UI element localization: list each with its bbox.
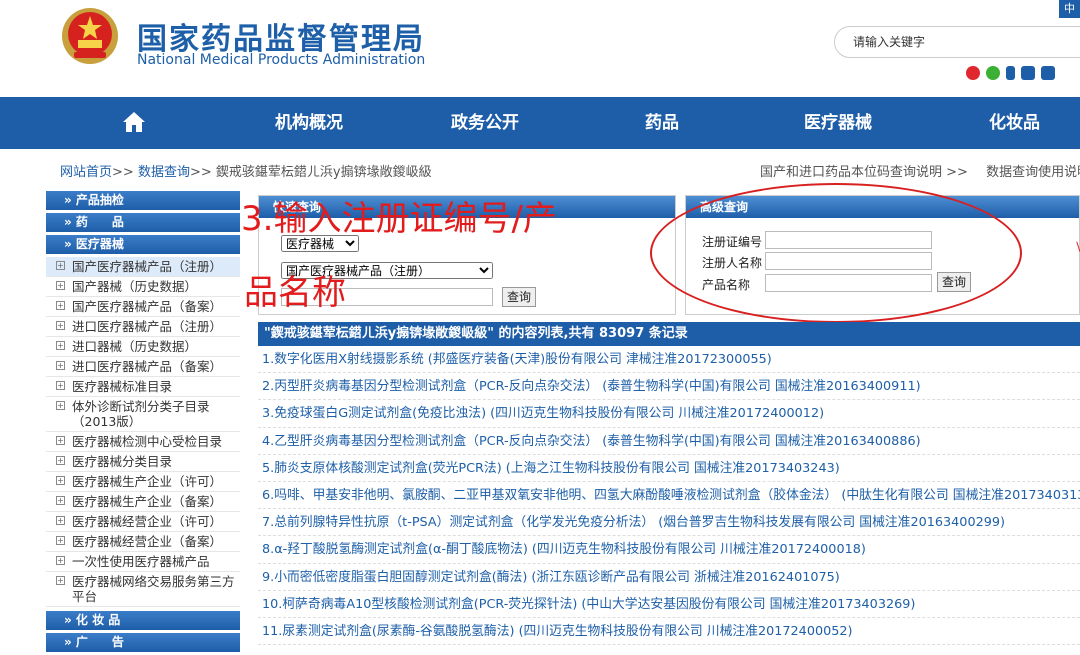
quick-search-button[interactable]: 查询 (502, 287, 536, 307)
sidebar-head-drugs[interactable]: » 药 品 (46, 213, 240, 232)
home-icon[interactable] (123, 112, 145, 132)
sidebar-item[interactable]: + 国产医疗器械产品（注册） (46, 257, 240, 277)
list-item[interactable]: 4.乙型肝炎病毒基因分型检测试剂盒（PCR-反向点杂交法） (泰普生物科学(中国… (258, 428, 1080, 455)
list-item[interactable]: 6.吗啡、甲基安非他明、氯胺酮、二亚甲基双氧安非他明、四氢大麻酚酸唾液检测试剂盒… (258, 482, 1080, 510)
result-list-heading: "鍥戒骇鍖荤枟鍣ㄦ浜у搧锛堟敞鍐岋級" 的内容列表,共有 83097 条记录 (258, 322, 1080, 346)
data-query-help-link[interactable]: 数据查询使用说明 > (986, 165, 1080, 180)
expand-icon: + (56, 556, 65, 565)
expand-icon: + (56, 401, 65, 410)
language-button[interactable]: 中 (1059, 0, 1080, 18)
list-item[interactable]: 5.肺炎支原体核酸测定试剂盒(荧光PCR法) (上海之江生物科技股份有限公司 国… (258, 455, 1080, 482)
wechat-icon[interactable] (986, 66, 1000, 80)
sidebar-item[interactable]: + 医疗器械网络交易服务第三方平台 (46, 572, 240, 607)
social-links (966, 66, 1055, 80)
expand-icon: + (56, 321, 65, 330)
message-icon[interactable] (1041, 66, 1055, 80)
list-item[interactable]: 8.α-羟丁酸脱氢酶测定试剂盒(α-酮丁酸底物法) (四川迈克生物科技股份有限公… (258, 536, 1080, 564)
breadcrumb-current: 鍥戒骇鍖荤枟鍣ㄦ浜у搧锛堟敞鍐岋級 (215, 165, 432, 180)
annotation-line-1: 3.输入注册证编号/产 (241, 199, 557, 239)
sidebar: » 产品抽检 » 药 品 » 医疗器械 + 国产医疗器械产品（注册） + 国产器械（… (46, 191, 240, 655)
nav-item-cosmetics[interactable]: 化妆品 (989, 97, 1040, 149)
expand-icon: + (56, 381, 65, 390)
sidebar-item[interactable]: + 进口器械（历史数据） (46, 337, 240, 357)
sidebar-item[interactable]: + 一次性使用医疗器械产品 (46, 552, 240, 572)
expand-icon: + (56, 436, 65, 445)
expand-icon: + (56, 456, 65, 465)
sidebar-item[interactable]: + 国产器械（历史数据） (46, 277, 240, 297)
expand-icon: + (56, 281, 65, 290)
nav-item-devices[interactable]: 医疗器械 (804, 97, 872, 149)
list-item[interactable]: 9.小而密低密度脂蛋白胆固醇测定试剂盒(酶法) (浙江东瓯诊断产品有限公司 浙械… (258, 564, 1080, 591)
sidebar-item[interactable]: + 医疗器械标准目录 (46, 377, 240, 397)
list-item[interactable]: 11.尿素测定试剂盒(尿素酶-谷氨酸脱氢酶法) (四川迈克生物科技股份有限公司 … (258, 618, 1080, 646)
list-item[interactable]: 7.总前列腺特异性抗原（t-PSA）测定试剂盒（化学发光免疫分析法） (烟台普罗… (258, 509, 1080, 537)
national-emblem-icon (62, 8, 118, 64)
sidebar-item[interactable]: + 医疗器械分类目录 (46, 452, 240, 472)
expand-icon: + (56, 301, 65, 310)
result-list: 1.数字化医用X射线摄影系统 (邦盛医疗装备(天津)股份有限公司 津械注准201… (258, 346, 1080, 646)
annotation-line-2: 品名称 (244, 273, 346, 313)
site-title-en: National Medical Products Administration (137, 52, 426, 68)
sidebar-head-devices[interactable]: » 医疗器械 (46, 235, 240, 254)
breadcrumb-home[interactable]: 网站首页 (60, 165, 112, 180)
sidebar-item[interactable]: + 进口医疗器械产品（备案） (46, 357, 240, 377)
expand-icon: + (56, 496, 65, 505)
main-nav: 机构概况 政务公开 药品 医疗器械 化妆品 (0, 97, 1080, 149)
expand-icon: + (56, 341, 65, 350)
site-header: 国家药品监督管理局 National Medical Products Admi… (0, 0, 1080, 97)
expand-icon: + (56, 261, 65, 270)
expand-icon: + (56, 536, 65, 545)
sidebar-item[interactable]: + 国产医疗器械产品（备案） (46, 297, 240, 317)
list-item[interactable]: 2.丙型肝炎病毒基因分型检测试剂盒（PCR-反向点杂交法） (泰普生物科学(中国… (258, 373, 1080, 401)
sidebar-item[interactable]: + 进口医疗器械产品（注册） (46, 317, 240, 337)
drug-code-help-link[interactable]: 国产和进口药品本位码查询说明 >> (760, 165, 968, 180)
sidebar-item[interactable]: + 医疗器械经营企业（许可） (46, 512, 240, 532)
sidebar-item[interactable]: + 医疗器械经营企业（备案） (46, 532, 240, 552)
weibo-icon[interactable] (966, 66, 980, 80)
annotation-arrow-icon: ∖ (1074, 240, 1080, 254)
sidebar-head-cosmetics[interactable]: » 化 妆 品 (46, 611, 240, 630)
sidebar-head-ads[interactable]: » 广 告 (46, 633, 240, 652)
breadcrumb-help-links: 国产和进口药品本位码查询说明 >> 数据查询使用说明 > (760, 161, 1080, 180)
mobile-icon[interactable] (1006, 66, 1015, 80)
mail-icon[interactable] (1021, 66, 1035, 80)
sidebar-head-inspection[interactable]: » 产品抽检 (46, 191, 240, 210)
list-item[interactable]: 10.柯萨奇病毒A10型核酸检测试剂盒(PCR-荧光探针法) (中山大学达安基因… (258, 591, 1080, 618)
breadcrumb-data-query[interactable]: 数据查询 (138, 165, 190, 180)
nav-item-drugs[interactable]: 药品 (645, 97, 679, 149)
expand-icon: + (56, 576, 65, 585)
annotation-ellipse (650, 183, 1022, 323)
sidebar-item[interactable]: + 医疗器械生产企业（许可） (46, 472, 240, 492)
expand-icon: + (56, 476, 65, 485)
sidebar-item[interactable]: + 医疗器械检测中心受检目录 (46, 432, 240, 452)
sidebar-item[interactable]: + 体外诊断试剂分类子目录（2013版） (46, 397, 240, 432)
sidebar-item[interactable]: + 医疗器械生产企业（备案） (46, 492, 240, 512)
expand-icon: + (56, 516, 65, 525)
expand-icon: + (56, 361, 65, 370)
breadcrumb: 网站首页>> 数据查询>> 鍥戒骇鍖荤枟鍣ㄦ浜у搧锛堟敞鍐岋級 (60, 165, 432, 180)
list-item[interactable]: 3.免疫球蛋白G测定试剂盒(免疫比浊法) (四川迈克生物科技股份有限公司 川械注… (258, 400, 1080, 428)
nav-item-government[interactable]: 政务公开 (451, 97, 519, 149)
search-input[interactable]: 请输入关键字 (834, 26, 1080, 58)
list-item[interactable]: 1.数字化医用X射线摄影系统 (邦盛医疗装备(天津)股份有限公司 津械注准201… (258, 346, 1080, 374)
nav-item-about[interactable]: 机构概况 (275, 97, 343, 149)
